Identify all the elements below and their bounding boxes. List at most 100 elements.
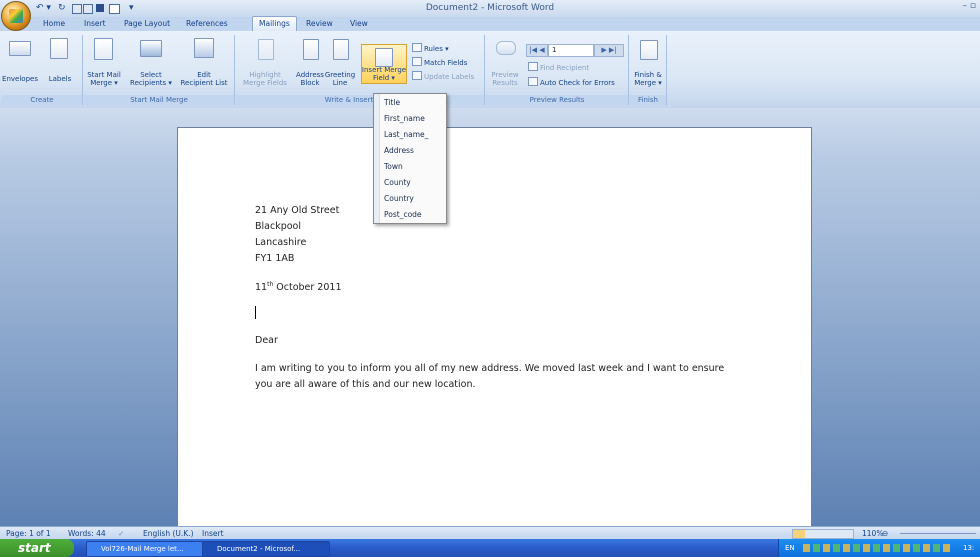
update-labels-button[interactable]: Update Labels: [412, 71, 474, 81]
edit-recipient-list-line2: Recipient List: [180, 79, 228, 87]
merge-field-last-name[interactable]: Last_name_: [384, 127, 428, 142]
labels-icon: [50, 38, 68, 59]
update-labels-icon: [412, 71, 422, 80]
group-start-mail-merge: Start Mail Merge Start Mail Merge ▾ Selec…: [84, 35, 235, 105]
dropdown-gutter: [374, 94, 380, 223]
tab-review[interactable]: Review: [300, 17, 339, 31]
zoom-out-icon[interactable]: ⊖: [882, 528, 888, 539]
body-line-1: I am writing to you to inform you all of…: [255, 363, 725, 374]
tab-insert[interactable]: Insert: [78, 17, 112, 31]
group-label: Finish: [630, 95, 666, 105]
merge-field-town[interactable]: Town: [384, 159, 403, 174]
address-line-3: Lancashire: [255, 237, 307, 248]
auto-check-label: Auto Check for Errors: [540, 79, 615, 87]
taskbar-item-document2[interactable]: Document2 - Microsof...: [202, 541, 330, 557]
auto-check-icon: [528, 77, 538, 86]
address-line-1: 21 Any Old Street: [255, 205, 340, 216]
record-number-input[interactable]: 1: [548, 44, 594, 57]
labels-button[interactable]: Labels: [42, 75, 78, 83]
address-line-2: Blackpool: [255, 221, 301, 232]
clock[interactable]: 13:: [963, 539, 974, 557]
highlight-merge-fields-icon: [258, 39, 274, 60]
word-count[interactable]: Words: 44: [68, 528, 106, 539]
merge-field-county[interactable]: County: [384, 175, 411, 190]
merge-field-address[interactable]: Address: [384, 143, 414, 158]
date-line: 11th October 2011: [255, 281, 342, 293]
edit-recipient-list-line1: Edit: [197, 71, 211, 79]
tray-icons[interactable]: [803, 544, 953, 552]
highlight-line2: Merge Fields: [243, 79, 287, 87]
merge-field-country[interactable]: Country: [384, 191, 414, 206]
start-mail-merge-line2: Merge ▾: [90, 79, 118, 87]
merge-field-first-name[interactable]: First_name: [384, 111, 425, 126]
next-last-record-buttons[interactable]: ▶ ▶|: [594, 44, 624, 57]
greeting-line-line1: Greeting: [324, 71, 356, 79]
date-rest: October 2011: [273, 282, 342, 294]
match-fields-label: Match Fields: [424, 59, 468, 67]
office-button[interactable]: [1, 1, 31, 31]
text-cursor: [255, 306, 256, 319]
highlight-merge-fields-button[interactable]: Highlight Merge Fields: [240, 71, 290, 87]
address-line-4: FY1 1AB: [255, 253, 295, 264]
match-fields-button[interactable]: Match Fields: [412, 57, 467, 67]
office-logo-icon: [9, 9, 23, 23]
envelopes-button[interactable]: Envelopes: [2, 75, 38, 83]
tab-home[interactable]: Home: [37, 17, 71, 31]
group-preview-results: Preview Results Preview Results |◀ ◀ 1 ▶ …: [486, 35, 629, 105]
group-finish: Finish Finish & Merge ▾: [630, 35, 667, 105]
auto-check-errors-button[interactable]: Auto Check for Errors: [528, 77, 615, 87]
edit-recipient-list-icon: [194, 38, 214, 58]
tab-references[interactable]: References: [180, 17, 234, 31]
preview-line2: Results: [492, 79, 518, 87]
edit-recipient-list-button[interactable]: Edit Recipient List: [176, 71, 232, 87]
language-indicator[interactable]: English (U.K.): [143, 528, 194, 539]
address-block-icon: [303, 39, 319, 60]
system-tray: EN 13:: [778, 539, 980, 557]
match-fields-icon: [412, 57, 422, 66]
tab-view[interactable]: View: [344, 17, 374, 31]
greeting-line-button[interactable]: Greeting Line: [322, 71, 358, 87]
start-mail-merge-button[interactable]: Start Mail Merge ▾: [84, 71, 124, 87]
salutation: Dear: [255, 335, 278, 346]
start-button[interactable]: start: [0, 539, 74, 557]
language-bar[interactable]: EN: [785, 539, 795, 557]
preview-results-icon: [496, 41, 516, 55]
date-day: 11: [255, 282, 268, 294]
envelope-icon: [9, 41, 31, 56]
group-label: Preview Results: [486, 95, 628, 105]
merge-field-post-code[interactable]: Post_code: [384, 207, 422, 222]
select-recipients-line2: Recipients ▾: [130, 79, 172, 87]
rules-button[interactable]: Rules ▾: [412, 43, 449, 53]
insert-merge-field-button[interactable]: Insert Merge Field ▾: [361, 44, 407, 84]
insert-merge-line1: Insert Merge: [361, 66, 407, 74]
find-recipient-icon: [528, 62, 538, 71]
preview-line1: Preview: [491, 71, 519, 79]
status-bar: Page: 1 of 1 Words: 44 ✓ English (U.K.) …: [0, 526, 980, 540]
page-count[interactable]: Page: 1 of 1: [6, 528, 51, 539]
greeting-line-line2: Line: [332, 79, 348, 87]
zoom-slider[interactable]: [900, 533, 976, 534]
window-title: Document2 - Microsoft Word: [425, 3, 555, 13]
view-buttons[interactable]: [792, 529, 854, 539]
taskbar-item-mail-merge-letter[interactable]: Vol726-Mail Merge let...: [86, 541, 204, 557]
tab-page-layout[interactable]: Page Layout: [118, 17, 176, 31]
window-controls[interactable]: – ▫: [963, 1, 976, 11]
merge-field-title[interactable]: Title: [384, 95, 400, 110]
first-previous-record-buttons[interactable]: |◀ ◀: [526, 44, 548, 57]
find-recipient-button[interactable]: Find Recipient: [528, 62, 589, 72]
insert-mode[interactable]: Insert: [202, 528, 224, 539]
select-recipients-button[interactable]: Select Recipients ▾: [128, 71, 174, 87]
rules-label: Rules ▾: [424, 45, 449, 53]
rules-icon: [412, 43, 422, 52]
finish-line1: Finish &: [634, 71, 662, 79]
start-mail-merge-icon: [94, 38, 113, 60]
group-label: Create: [2, 95, 82, 105]
highlight-line1: Highlight: [249, 71, 281, 79]
tab-mailings[interactable]: Mailings: [252, 16, 297, 32]
zoom-level[interactable]: 110%: [862, 528, 883, 539]
finish-merge-button[interactable]: Finish & Merge ▾: [630, 71, 666, 87]
document-page[interactable]: [177, 127, 812, 528]
preview-results-button[interactable]: Preview Results: [486, 71, 524, 87]
group-label: Start Mail Merge: [84, 95, 234, 105]
proofing-icon[interactable]: ✓: [118, 528, 124, 539]
